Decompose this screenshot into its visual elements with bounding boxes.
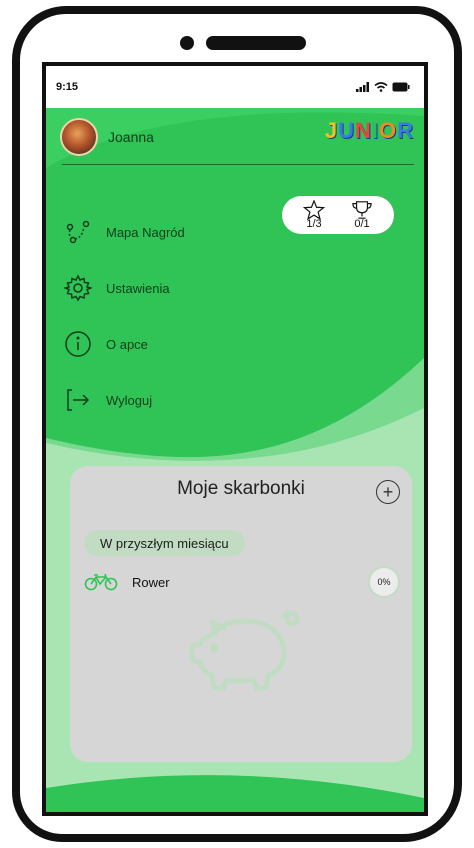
trophies-count: 0/1 <box>354 218 370 230</box>
wifi-icon <box>374 82 388 92</box>
speaker-bar <box>206 36 306 50</box>
savings-group-chip[interactable]: W przyszłym miesiącu <box>84 530 245 556</box>
menu-label-settings: Ustawienia <box>106 280 170 296</box>
bicycle-icon <box>84 573 118 591</box>
savings-title: Moje skarbonki <box>177 478 305 499</box>
menu-item-rewards-map[interactable]: Mapa Nagród <box>62 204 185 260</box>
menu-item-logout[interactable]: Wyloguj <box>62 372 185 428</box>
plus-icon: + <box>382 482 394 502</box>
drawer-menu: Mapa Nagród Ustawienia O apce Wyloguj <box>62 204 185 428</box>
achievements-pill[interactable]: 1/3 0/1 <box>282 196 394 234</box>
stars-stat: 1/3 <box>303 200 325 230</box>
savings-card: Moje skarbonki + W przyszłym miesiącu Ro… <box>70 466 412 762</box>
app-screen: 9:15 Joanna JUNIOR Mapa Nagród Ustawieni… <box>42 62 428 816</box>
menu-item-settings[interactable]: Ustawienia <box>62 260 185 316</box>
header-divider <box>62 164 414 165</box>
profile-header[interactable]: Joanna <box>60 118 154 156</box>
menu-label-about: O apce <box>106 336 148 352</box>
drawer-background: Joanna JUNIOR Mapa Nagród Ustawienia O a… <box>46 108 424 812</box>
stars-count: 1/3 <box>306 218 322 230</box>
avatar <box>60 118 98 156</box>
status-icons <box>356 82 410 92</box>
menu-label-rewards-map: Mapa Nagród <box>106 224 185 240</box>
star-icon <box>303 200 325 220</box>
menu-label-logout: Wyloguj <box>106 392 153 408</box>
trophy-icon <box>352 201 372 219</box>
piggy-bank-icon <box>189 610 300 691</box>
battery-icon <box>392 82 410 92</box>
signal-icon <box>356 82 369 92</box>
add-savings-button[interactable]: + <box>376 480 400 504</box>
route-map-icon <box>62 216 94 248</box>
camera-dot <box>180 36 194 50</box>
logout-icon <box>62 384 94 416</box>
goal-name: Rower <box>132 574 170 590</box>
junior-logo: JUNIOR <box>324 118 414 143</box>
goal-progress-badge: 0% <box>368 566 400 598</box>
trophies-stat: 0/1 <box>351 200 373 230</box>
profile-name: Joanna <box>108 129 154 145</box>
gear-icon <box>62 272 94 304</box>
info-icon <box>62 328 94 360</box>
status-time: 9:15 <box>56 81 79 93</box>
savings-goal-row[interactable]: Rower 0% <box>84 566 400 598</box>
status-bar: 9:15 <box>46 66 424 108</box>
menu-item-about[interactable]: O apce <box>62 316 185 372</box>
